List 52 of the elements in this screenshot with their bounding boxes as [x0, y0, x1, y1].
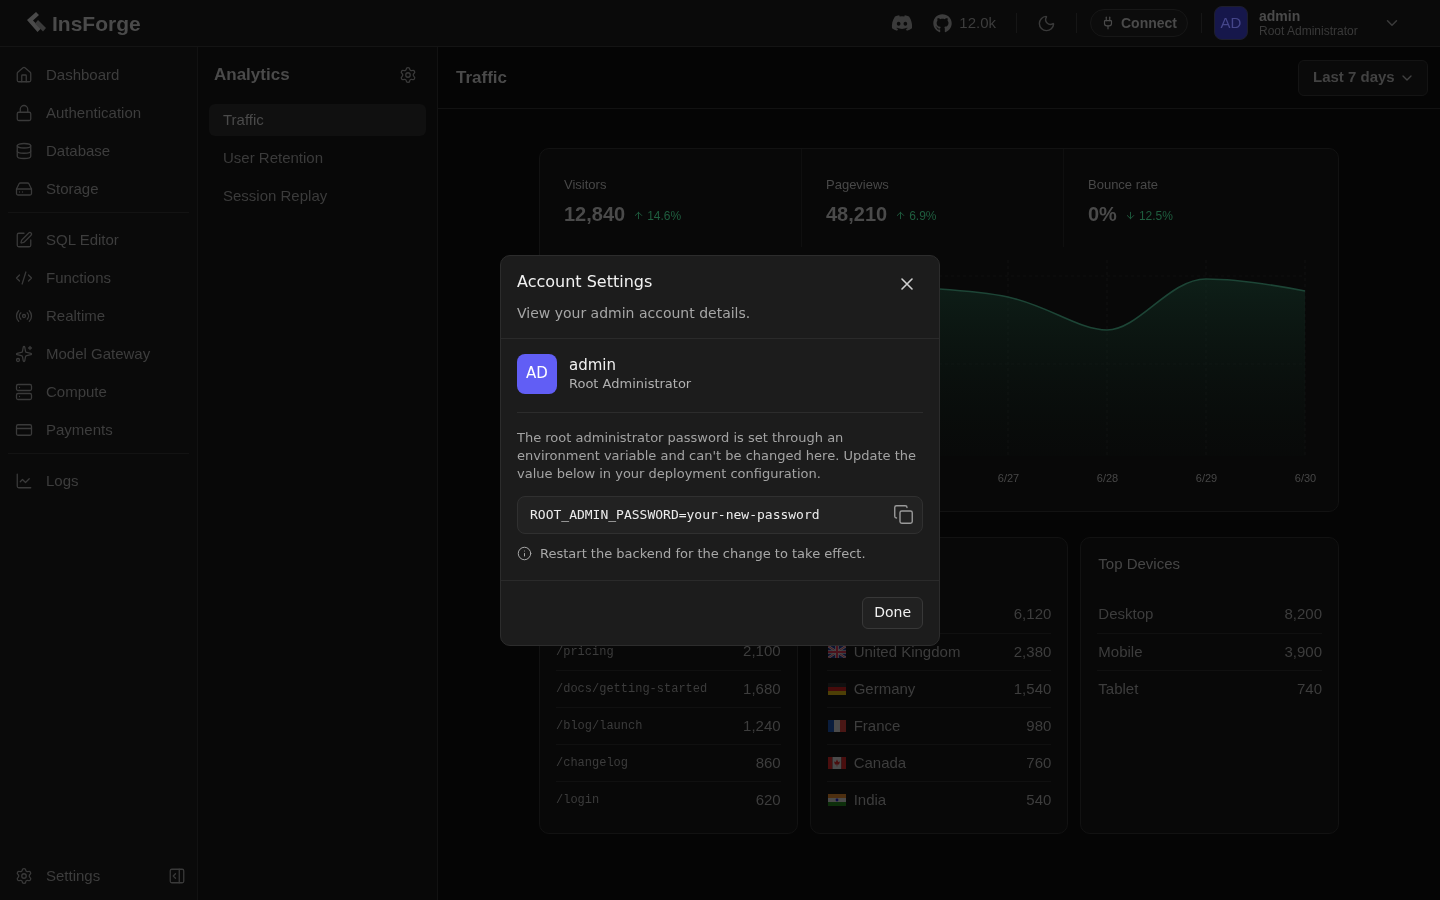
info-icon: [517, 546, 532, 561]
user-avatar: AD: [517, 353, 557, 394]
stat-value: 48,210: [826, 202, 888, 227]
copy-icon[interactable]: [893, 504, 914, 525]
restart-hint: Restart the backend for the change to take effect.: [540, 544, 866, 563]
credit-card-icon: [15, 421, 33, 439]
connect-button[interactable]: Connect: [1090, 9, 1188, 37]
subnav-item[interactable]: Traffic: [209, 104, 426, 136]
user-name: admin: [1259, 7, 1301, 24]
axis-label: 6/29: [1195, 471, 1218, 485]
settings-icon: [15, 867, 33, 885]
lock-icon: [15, 104, 33, 122]
user-role: Root Administrator: [569, 374, 692, 393]
stat-value: 12,840: [564, 202, 626, 227]
logo-icon: [25, 11, 49, 35]
code-icon: [15, 269, 33, 287]
github-icon: [933, 13, 953, 33]
stat-label: Pageviews: [826, 177, 889, 193]
sparkles-icon: [15, 345, 33, 363]
moon-icon[interactable]: [1037, 13, 1056, 33]
broadcast-icon: [15, 307, 33, 325]
settings-icon[interactable]: [399, 66, 417, 84]
user-name: admin: [569, 354, 616, 375]
pencil-square-icon: [15, 231, 33, 249]
dialog-subtitle: View your admin account details.: [517, 303, 751, 323]
dialog-title: Account Settings: [517, 271, 653, 292]
close-icon[interactable]: [901, 277, 913, 290]
axis-label: 6/27: [997, 471, 1020, 485]
axis-label: 6/30: [1294, 471, 1317, 485]
hard-drive-icon: [15, 180, 33, 198]
page-title: Traffic: [456, 66, 508, 89]
done-button[interactable]: Done: [862, 596, 923, 629]
date-range-select[interactable]: Last 7 days: [1298, 59, 1428, 96]
password-note: The root administrator password is set through an environment variable and can't be changed here. Update the value below in your deployment configuration.: [517, 428, 917, 483]
stat-label: Bounce rate: [1088, 177, 1159, 193]
server-icon: [15, 383, 33, 401]
card-title: Top Devices: [1098, 553, 1181, 574]
collapse-sidebar-icon[interactable]: [168, 867, 186, 885]
stat-change: 6.9%: [909, 207, 937, 225]
axis-label: 6/28: [1096, 471, 1119, 485]
env-variable-text: ROOT_ADMIN_PASSWORD=your-new-password: [530, 505, 820, 524]
stat-change: 14.6%: [647, 207, 682, 225]
stat-label: Visitors: [564, 177, 607, 193]
logo-text: InsForge: [52, 12, 141, 34]
database-icon: [15, 142, 33, 160]
panel-title: Analytics: [214, 64, 290, 87]
stat-value: 0%: [1088, 202, 1117, 227]
stat-change: 12.5%: [1138, 207, 1173, 225]
line-chart-icon: [15, 472, 33, 490]
home-icon: [15, 66, 33, 84]
plug-icon: [1101, 16, 1115, 30]
user-avatar: AD: [1214, 6, 1248, 40]
